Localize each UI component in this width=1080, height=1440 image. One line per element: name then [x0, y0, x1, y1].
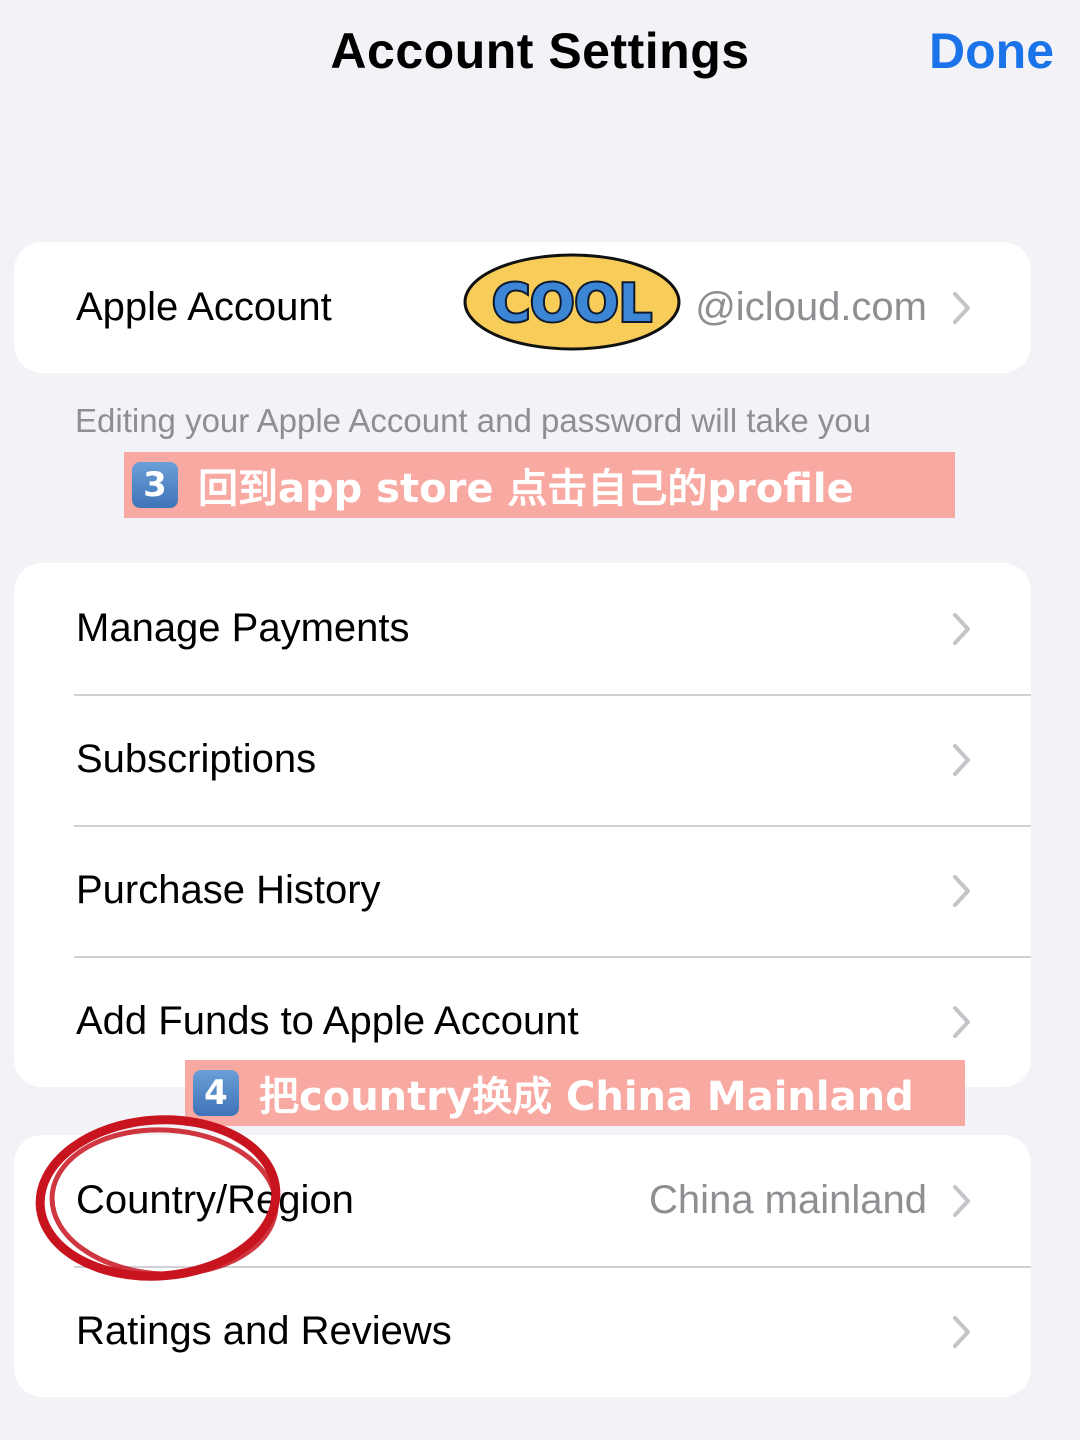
menu-item-label: Manage Payments [76, 606, 410, 650]
page-title: Account Settings [330, 23, 750, 79]
menu-item-label: Purchase History [76, 868, 381, 912]
country-region-value: China mainland [649, 1178, 927, 1222]
menu-item-manage-payments[interactable]: Manage Payments [14, 563, 1031, 694]
step4-sticker-text: 把country换成 China Mainland [259, 1074, 914, 1120]
menu-item-label: Add Funds to Apple Account [76, 999, 579, 1043]
menu-item-purchase-history[interactable]: Purchase History [14, 825, 1031, 956]
done-button[interactable]: Done [929, 22, 1054, 80]
step4-sticker: 4 把country换成 China Mainland [185, 1060, 965, 1126]
chevron-right-icon [953, 743, 970, 776]
account-footer-text: Editing your Apple Account and password … [75, 402, 872, 439]
cool-sticker: COOL [463, 253, 681, 351]
apple-account-email: @icloud.com [695, 285, 927, 329]
country-region-label: Country/Region [76, 1178, 354, 1222]
account-menu-card: Manage Payments Subscriptions Purchase H… [14, 563, 1031, 1087]
chevron-right-icon [953, 291, 970, 324]
ratings-reviews-label: Ratings and Reviews [76, 1309, 452, 1353]
cool-sticker-text: COOL [492, 274, 652, 334]
country-region-row[interactable]: Country/Region China mainland [14, 1135, 1031, 1266]
menu-item-subscriptions[interactable]: Subscriptions [14, 694, 1031, 825]
step3-sticker: 3 回到app store 点击自己的profile [124, 452, 955, 518]
step4-number-badge: 4 [193, 1070, 239, 1116]
chevron-right-icon [953, 1005, 970, 1038]
step3-number-badge: 3 [132, 462, 178, 508]
chevron-right-icon [953, 612, 970, 645]
region-card: Country/Region China mainland Ratings an… [14, 1135, 1031, 1397]
menu-item-label: Subscriptions [76, 737, 317, 781]
chevron-right-icon [953, 1315, 970, 1348]
step3-sticker-text: 回到app store 点击自己的profile [198, 466, 854, 512]
chevron-right-icon [953, 874, 970, 907]
chevron-right-icon [953, 1184, 970, 1217]
ratings-reviews-row[interactable]: Ratings and Reviews [14, 1266, 1031, 1397]
